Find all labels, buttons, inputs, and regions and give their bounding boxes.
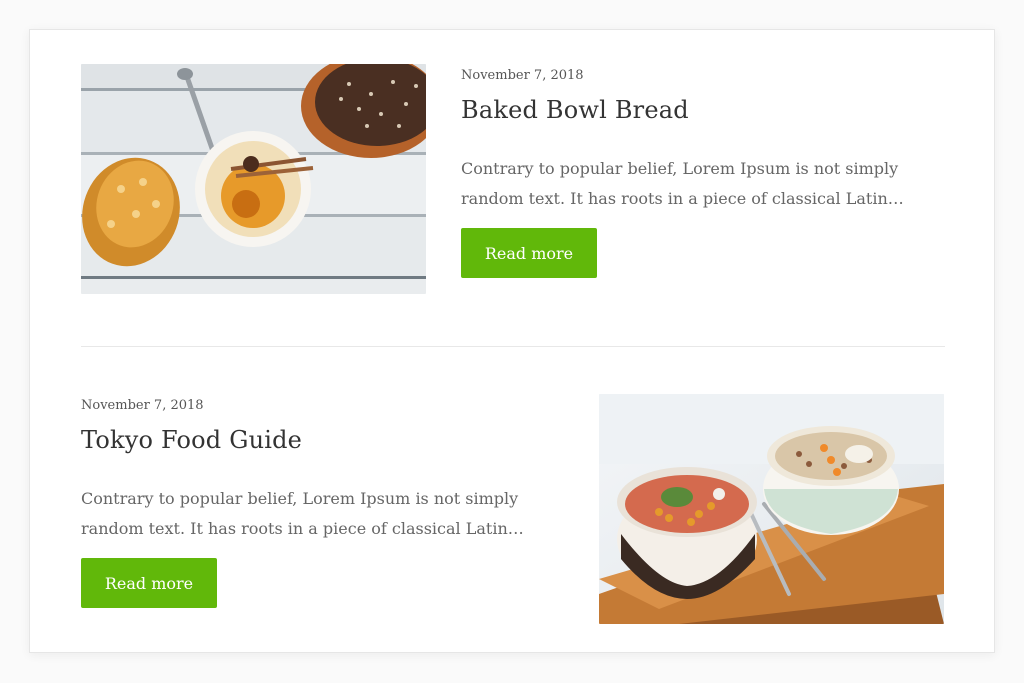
- post-divider: [81, 346, 945, 347]
- blog-post-baked-bowl-bread: November 7, 2018 Baked Bowl Bread Contra…: [81, 64, 945, 294]
- post-title[interactable]: Tokyo Food Guide: [81, 426, 302, 454]
- blog-post-list: November 7, 2018 Baked Bowl Bread Contra…: [29, 29, 995, 653]
- post-thumbnail[interactable]: [81, 64, 426, 294]
- baked-bowl-bread-photo: [81, 64, 426, 294]
- post-date: November 7, 2018: [81, 398, 204, 413]
- post-excerpt: Contrary to popular belief, Lorem Ipsum …: [461, 159, 904, 208]
- blog-post-tokyo-food-guide: November 7, 2018 Tokyo Food Guide Contra…: [81, 394, 945, 626]
- tokyo-food-bowls-photo: [599, 394, 944, 624]
- read-more-button[interactable]: Read more: [461, 228, 597, 278]
- post-title[interactable]: Baked Bowl Bread: [461, 96, 689, 124]
- read-more-button[interactable]: Read more: [81, 558, 217, 608]
- post-date: November 7, 2018: [461, 68, 584, 83]
- post-thumbnail[interactable]: [599, 394, 944, 624]
- post-excerpt: Contrary to popular belief, Lorem Ipsum …: [81, 489, 524, 538]
